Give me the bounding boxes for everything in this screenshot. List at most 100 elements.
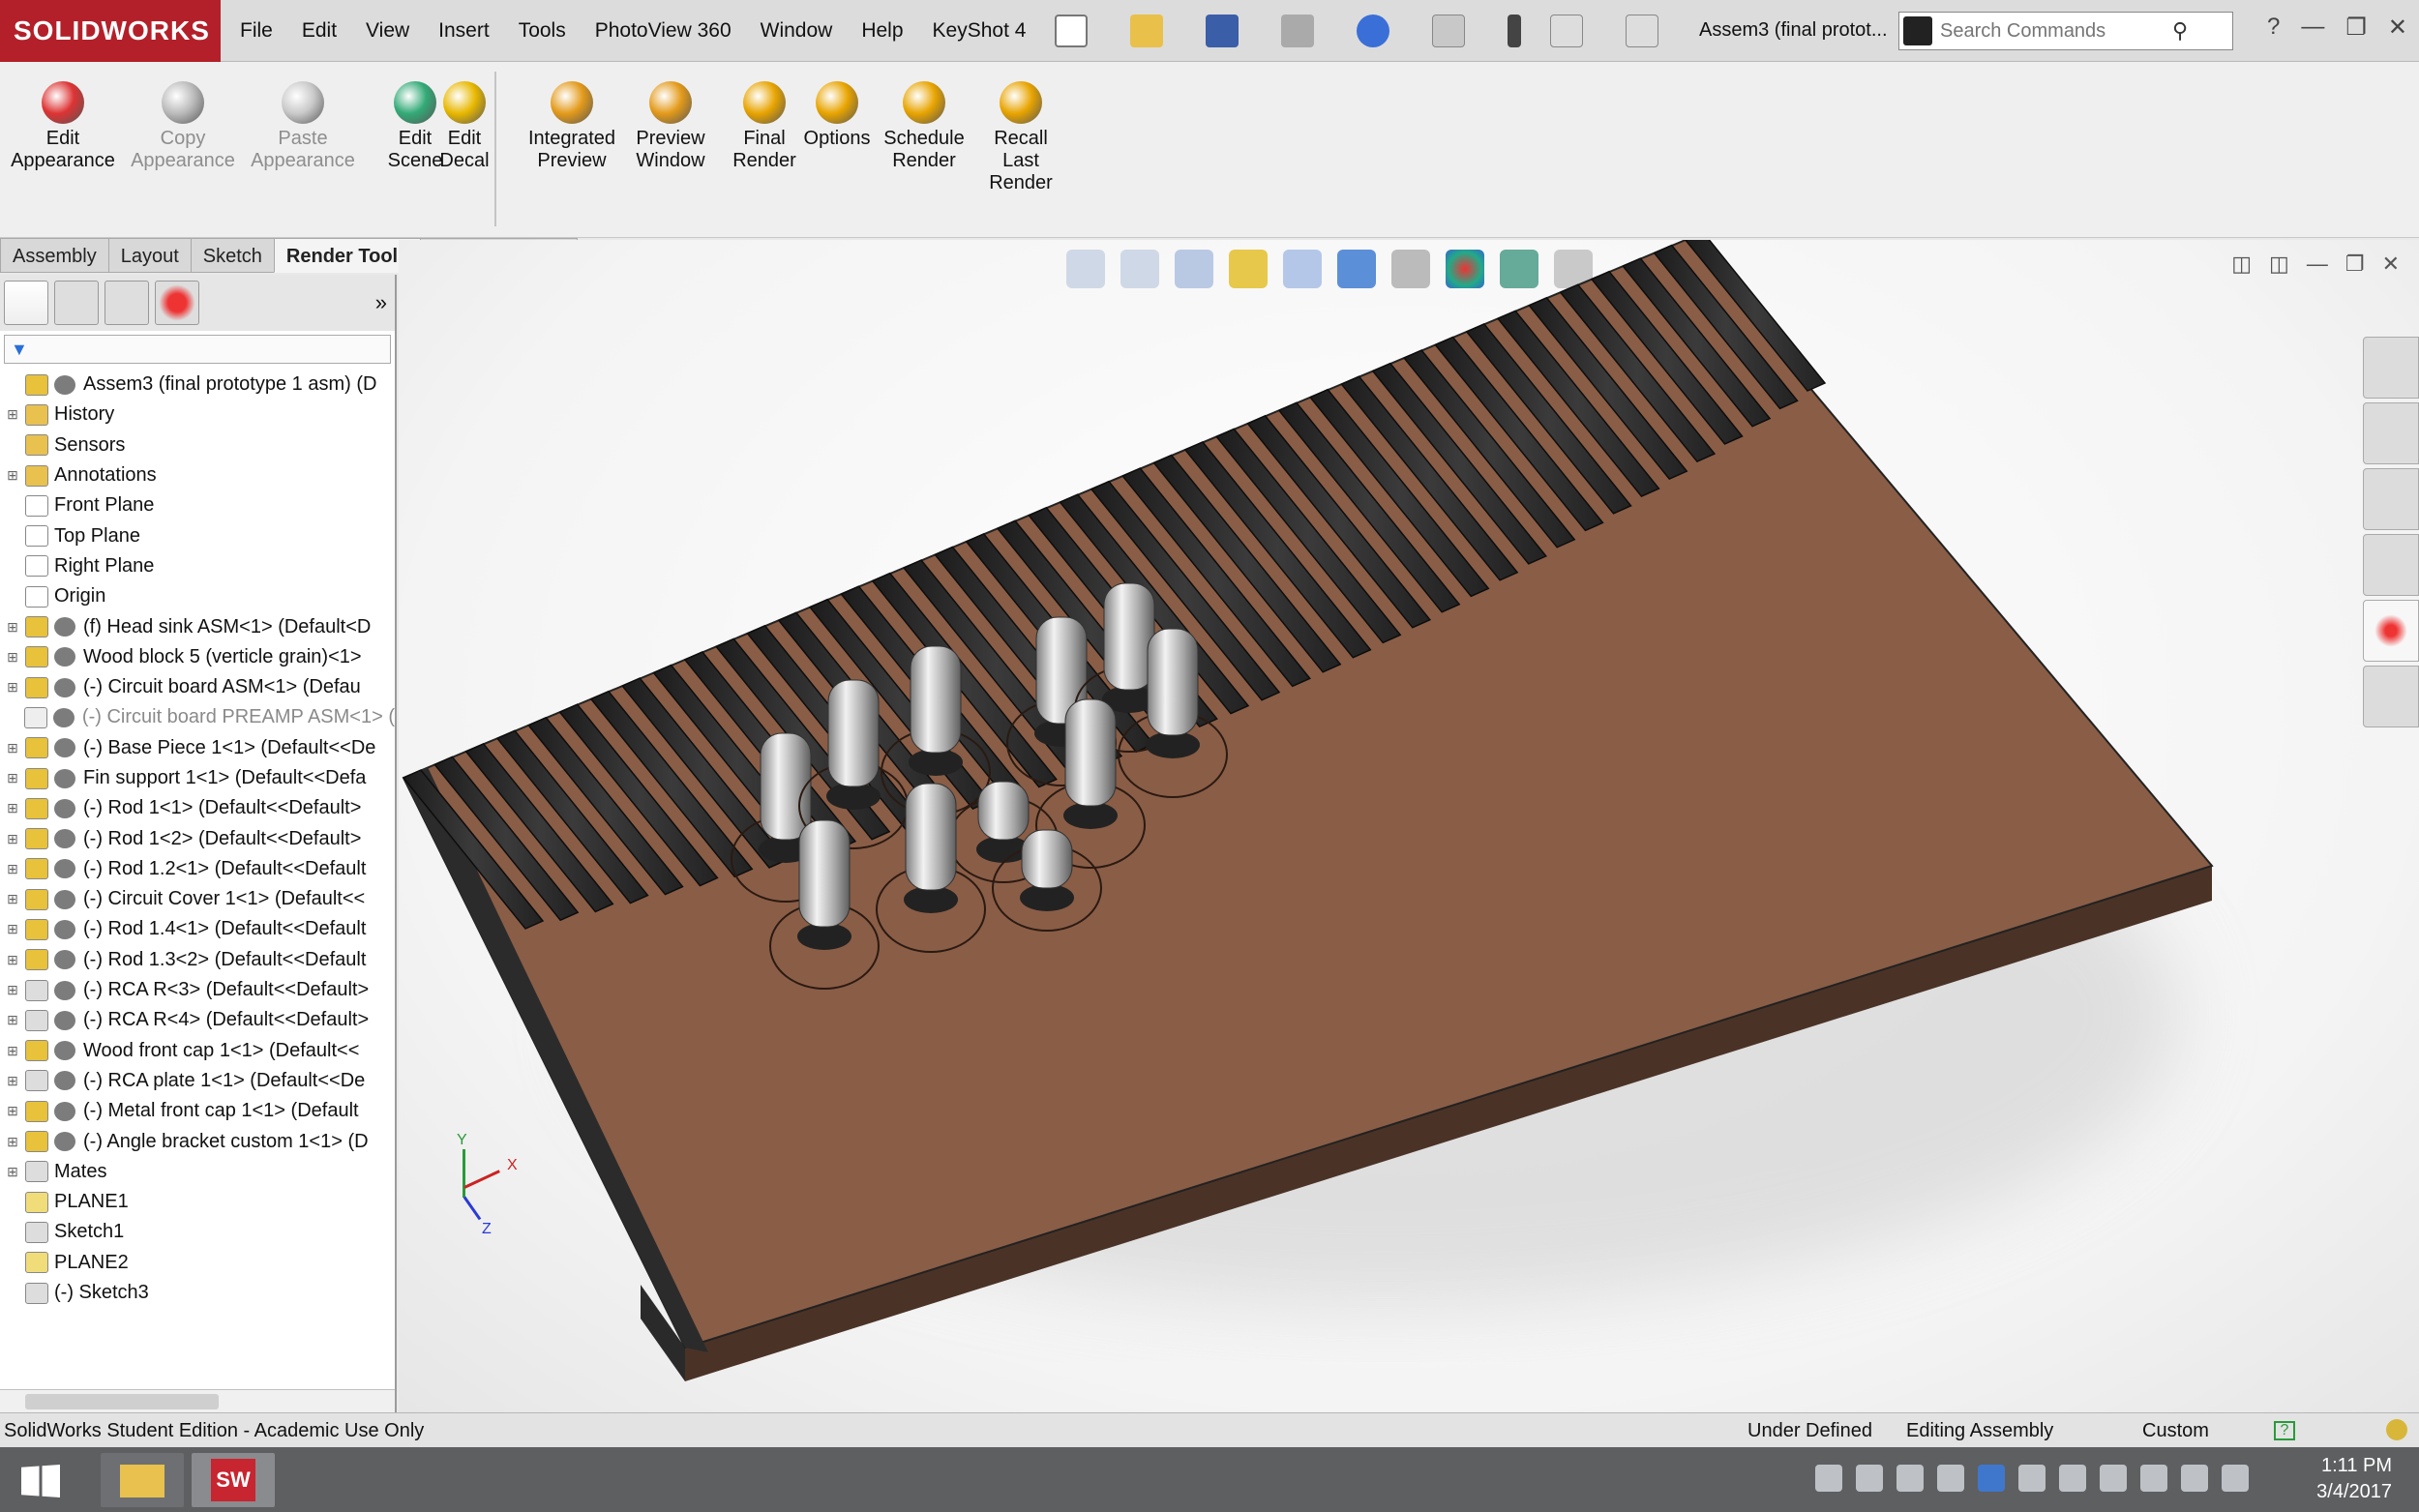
open-folder-icon[interactable] [1130, 15, 1163, 47]
tree-node-17[interactable]: ⊞ (-) Circuit Cover 1<1> (Default<< [0, 884, 395, 914]
expand-toggle-icon[interactable]: ⊞ [6, 831, 19, 847]
expand-toggle-icon[interactable]: ⊞ [6, 406, 19, 423]
menu-photoview-360[interactable]: PhotoView 360 [595, 19, 732, 43]
tree-node-28[interactable]: Sketch1 [0, 1217, 395, 1247]
appearances-scenes-icon[interactable] [2363, 600, 2419, 662]
tree-node-20[interactable]: ⊞ (-) RCA R<3> (Default<<Default> [0, 975, 395, 1005]
view-palette-icon[interactable] [2363, 534, 2419, 596]
tree-node-12[interactable]: ⊞ (-) Base Piece 1<1> (Default<<De [0, 733, 395, 763]
expand-toggle-icon[interactable]: ⊞ [6, 619, 19, 636]
rebuild-traffic-light-icon[interactable] [1508, 15, 1521, 47]
touch-keyboard-icon[interactable] [1815, 1465, 1842, 1492]
configuration-manager-tab[interactable] [105, 281, 149, 325]
restore-icon[interactable]: ❐ [2345, 14, 2367, 42]
system-clock[interactable]: 1:11 PM 3/4/2017 [2316, 1453, 2392, 1505]
expand-toggle-icon[interactable]: ⊞ [6, 1134, 19, 1150]
tree-node-10[interactable]: ⊞ (-) Circuit board ASM<1> (Defau [0, 672, 395, 702]
tree-node-23[interactable]: ⊞ (-) RCA plate 1<1> (Default<<De [0, 1066, 395, 1096]
tree-node-1[interactable]: ⊞ History [0, 400, 395, 430]
expand-toggle-icon[interactable]: ⊞ [6, 1164, 19, 1180]
tree-node-16[interactable]: ⊞ (-) Rod 1.2<1> (Default<<Default [0, 854, 395, 884]
expand-toggle-icon[interactable]: ⊞ [6, 1043, 19, 1059]
search-icon[interactable]: ⚲ [2172, 18, 2188, 44]
expand-toggle-icon[interactable]: ⊞ [6, 1073, 19, 1089]
expand-toggle-icon[interactable]: ⊞ [6, 891, 19, 907]
tree-node-7[interactable]: Origin [0, 581, 395, 611]
solidworks-logo[interactable]: SOLIDWORKS [0, 0, 221, 62]
ribbon-button-copy-appearance[interactable]: Copy Appearance [120, 81, 246, 172]
menu-help[interactable]: Help [861, 19, 903, 43]
feature-manager-tab[interactable] [4, 281, 48, 325]
ribbon-button-paste-appearance[interactable]: Paste Appearance [240, 81, 366, 172]
tree-node-15[interactable]: ⊞ (-) Rod 1<2> (Default<<Default> [0, 823, 395, 853]
expand-toggle-icon[interactable]: ⊞ [6, 649, 19, 666]
expand-toggle-icon[interactable]: ⊞ [6, 740, 19, 756]
close-icon[interactable]: ✕ [2388, 14, 2407, 42]
menu-window[interactable]: Window [761, 19, 833, 43]
save-icon[interactable] [1206, 15, 1239, 47]
menu-view[interactable]: View [366, 19, 409, 43]
rebuild-lock-icon[interactable] [2386, 1419, 2407, 1440]
menu-tools[interactable]: Tools [519, 19, 566, 43]
expand-toggle-icon[interactable]: ⊞ [6, 800, 19, 816]
design-library-icon[interactable] [2363, 402, 2419, 464]
minimize-icon[interactable]: — [2301, 14, 2324, 42]
autodesk-icon[interactable] [2181, 1465, 2208, 1492]
tree-node-14[interactable]: ⊞ (-) Rod 1<1> (Default<<Default> [0, 793, 395, 823]
tray-check-icon[interactable] [1896, 1465, 1924, 1492]
expand-toggle-icon[interactable]: ⊞ [6, 952, 19, 968]
tab-assembly[interactable]: Assembly [0, 238, 109, 273]
tree-node-26[interactable]: ⊞ Mates [0, 1157, 395, 1187]
action-center-icon[interactable] [2222, 1465, 2249, 1492]
menu-keyshot-4[interactable]: KeyShot 4 [933, 19, 1027, 43]
tree-node-6[interactable]: Right Plane [0, 551, 395, 581]
menu-insert[interactable]: Insert [438, 19, 490, 43]
graphics-area[interactable]: ◫ ◫ — ❐ ✕ Y X Z [399, 240, 2419, 1412]
tray-app-icon[interactable] [1856, 1465, 1883, 1492]
file-explorer-taskbar-button[interactable] [101, 1453, 184, 1507]
tree-node-11[interactable]: (-) Circuit board PREAMP ASM<1> ( [0, 702, 395, 732]
file-explorer-icon[interactable] [2363, 468, 2419, 530]
expand-toggle-icon[interactable]: ⊞ [6, 1012, 19, 1028]
tree-node-27[interactable]: PLANE1 [0, 1187, 395, 1217]
tree-horizontal-scrollbar[interactable] [0, 1389, 395, 1412]
menu-edit[interactable]: Edit [302, 19, 337, 43]
expand-toggle-icon[interactable]: ⊞ [6, 679, 19, 696]
search-commands[interactable]: ⚲ [1898, 12, 2233, 50]
tree-node-5[interactable]: Top Plane [0, 520, 395, 550]
expand-toggle-icon[interactable]: ⊞ [6, 467, 19, 484]
power-icon[interactable] [2059, 1465, 2086, 1492]
help-icon[interactable]: ? [2267, 14, 2280, 42]
bluetooth-icon[interactable] [1978, 1465, 2005, 1492]
file-properties-icon[interactable] [1550, 15, 1583, 47]
expand-toggle-icon[interactable]: ⊞ [6, 861, 19, 877]
tree-node-21[interactable]: ⊞ (-) RCA R<4> (Default<<Default> [0, 1005, 395, 1035]
menu-file[interactable]: File [240, 19, 273, 43]
tree-node-30[interactable]: (-) Sketch3 [0, 1278, 395, 1308]
tab-layout[interactable]: Layout [107, 238, 192, 273]
tree-node-13[interactable]: ⊞ Fin support 1<1> (Default<<Defa [0, 763, 395, 793]
resources-home-icon[interactable] [2363, 337, 2419, 399]
tree-node-8[interactable]: ⊞ (f) Head sink ASM<1> (Default<D [0, 611, 395, 641]
display-manager-tab[interactable] [155, 281, 199, 325]
tree-node-3[interactable]: ⊞ Annotations [0, 460, 395, 490]
tree-node-22[interactable]: ⊞ Wood front cap 1<1> (Default<< [0, 1036, 395, 1066]
tree-node-0[interactable]: Assem3 (final prototype 1 asm) (D [0, 370, 395, 400]
tree-node-25[interactable]: ⊞ (-) Angle bracket custom 1<1> (D [0, 1126, 395, 1156]
new-document-icon[interactable] [1055, 15, 1088, 47]
expand-toggle-icon[interactable]: ⊞ [6, 982, 19, 998]
volume-icon[interactable] [2100, 1465, 2127, 1492]
tree-node-18[interactable]: ⊞ (-) Rod 1.4<1> (Default<<Default [0, 914, 395, 944]
expand-toggle-icon[interactable]: ⊞ [6, 770, 19, 786]
print-icon[interactable] [1281, 15, 1314, 47]
start-button[interactable] [0, 1453, 83, 1507]
ribbon-button-edit-appearance[interactable]: Edit Appearance [0, 81, 126, 172]
help-tooltip-icon[interactable]: ? [2274, 1421, 2295, 1440]
select-arrow-icon[interactable] [1432, 15, 1465, 47]
tree-node-2[interactable]: Sensors [0, 430, 395, 460]
tree-node-9[interactable]: ⊞ Wood block 5 (verticle grain)<1> [0, 642, 395, 672]
solidworks-taskbar-button[interactable]: SW [192, 1453, 275, 1507]
expand-toggle-icon[interactable]: ⊞ [6, 921, 19, 937]
tray-vm-icon[interactable] [1937, 1465, 1964, 1492]
options-list-icon[interactable] [1626, 15, 1658, 47]
